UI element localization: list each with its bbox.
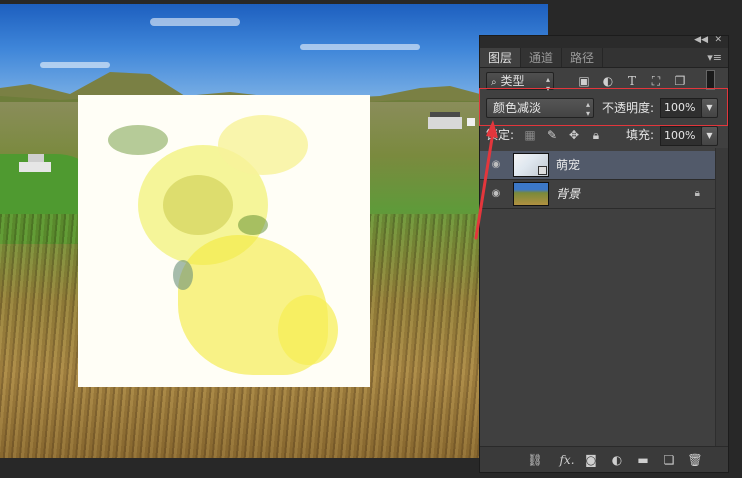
lock-image-pixels-icon[interactable]: ✎ [544, 127, 560, 143]
fill-input[interactable]: 100% [660, 126, 702, 146]
smart-object-badge-icon [538, 166, 547, 175]
layer-name[interactable]: 背景 [556, 180, 580, 209]
pet-layer-content [78, 95, 370, 387]
document-canvas[interactable] [0, 4, 548, 458]
fill-label: 填充: [626, 128, 655, 142]
layer-thumbnail [513, 153, 549, 177]
trash-icon[interactable]: 🗑︎ [686, 451, 704, 469]
filter-label: 类型 [500, 74, 525, 88]
layer-mask-icon[interactable]: ◙ [582, 451, 600, 469]
blend-mode-highlight-box [479, 88, 728, 126]
close-icon[interactable]: ✕ [714, 35, 722, 45]
tab-paths[interactable]: 路径 [562, 48, 604, 67]
panel-titlebar: ◀◀ ✕ [480, 35, 728, 48]
new-layer-icon[interactable]: ❏ [660, 451, 678, 469]
layer-row-pet[interactable]: ◉ 萌宠 [480, 151, 716, 180]
lock-position-icon[interactable]: ✥ [566, 127, 582, 143]
layers-list: ◉ 萌宠 ◉ 背景 🔒︎ [480, 151, 728, 211]
tab-channels[interactable]: 通道 [521, 48, 563, 67]
panel-menu-icon[interactable]: ▾≡ [707, 51, 722, 64]
smart-object-filter-icon[interactable]: ❐ [672, 73, 688, 89]
pet-shadow [173, 260, 193, 290]
house [19, 162, 51, 172]
house-roof [28, 154, 44, 162]
lock-transparent-pixels-icon[interactable]: ▦ [522, 127, 538, 143]
lock-icon: 🔒︎ [694, 188, 700, 199]
pet-ear [218, 115, 308, 175]
cloud [150, 18, 240, 26]
fx-icon[interactable]: fx. [554, 451, 580, 469]
layers-scrollbar[interactable] [715, 148, 728, 448]
link-layers-icon[interactable]: ⛓ [526, 451, 544, 469]
text-filter-icon[interactable]: T [624, 73, 640, 89]
pet-texture [238, 215, 268, 235]
pet-texture [108, 125, 168, 155]
red-arrow-annotation [474, 120, 498, 240]
new-group-icon[interactable]: ▬ [634, 451, 652, 469]
shape-filter-icon[interactable]: ⛶ [648, 73, 664, 89]
layer-name[interactable]: 萌宠 [556, 151, 580, 180]
search-icon: ⌕ [491, 77, 497, 88]
cloud [300, 44, 420, 50]
pet-texture [278, 295, 338, 365]
lock-all-icon[interactable]: 🔒︎ [588, 127, 604, 143]
pet-face [163, 175, 233, 235]
filter-toggle-switch[interactable] [706, 70, 715, 90]
fill-dropdown-button[interactable]: ▼ [701, 126, 718, 146]
tab-layers[interactable]: 图层 [480, 48, 522, 67]
house-roof [430, 112, 460, 117]
lock-row: 锁定: ▦ ✎ ✥ 🔒︎ 填充: 100% ▼ [480, 124, 728, 148]
layer-thumbnail [513, 182, 549, 206]
double-chevron-left-icon[interactable]: ◀◀ [694, 35, 708, 45]
image-filter-icon[interactable]: ▣ [576, 73, 592, 89]
panel-footer: ⛓ fx. ◙ ◐ ▬ ❏ 🗑︎ [480, 446, 728, 472]
panel-tabs: 图层 通道 路径 ▾≡ [480, 48, 728, 68]
adjustment-filter-icon[interactable]: ◐ [600, 73, 616, 89]
adjustment-layer-icon[interactable]: ◐ [608, 451, 626, 469]
layer-row-background[interactable]: ◉ 背景 🔒︎ [480, 180, 716, 209]
house [428, 117, 462, 129]
